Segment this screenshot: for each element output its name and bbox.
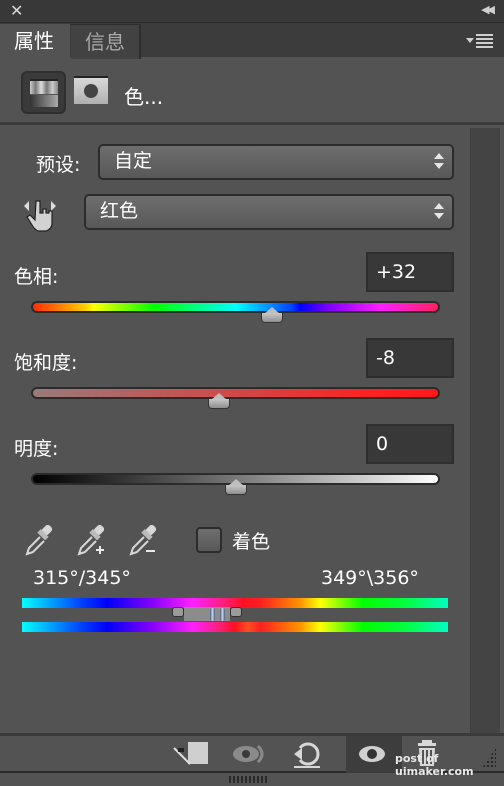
range-left-text: 315°/345° bbox=[33, 567, 131, 589]
lightness-slider-thumb[interactable] bbox=[224, 479, 247, 495]
preset-value: 自定 bbox=[114, 150, 153, 172]
on-image-adjust-hand-icon[interactable] bbox=[22, 193, 58, 233]
preset-label: 预设: bbox=[36, 154, 81, 176]
preset-select[interactable]: 自定 bbox=[98, 144, 454, 180]
saturation-slider-track[interactable] bbox=[31, 387, 440, 399]
channel-value: 红色 bbox=[100, 200, 139, 222]
eyedropper-icon[interactable] bbox=[24, 523, 58, 557]
reset-icon[interactable] bbox=[286, 736, 330, 773]
eyedropper-plus-icon[interactable] bbox=[76, 523, 110, 557]
hue-slider-track[interactable] bbox=[31, 301, 440, 313]
range-left-handle[interactable] bbox=[210, 608, 215, 621]
panel-resize-grip[interactable] bbox=[229, 776, 269, 783]
output-hue-bar bbox=[22, 622, 448, 632]
view-previous-state-icon[interactable] bbox=[228, 736, 272, 773]
tab-bar: 属性 信息 bbox=[0, 23, 504, 59]
channel-select[interactable]: 红色 bbox=[84, 194, 454, 230]
tab-properties[interactable]: 属性 bbox=[0, 24, 70, 59]
saturation-input[interactable]: -8 bbox=[366, 338, 454, 378]
select-arrows-icon bbox=[434, 153, 444, 171]
eyedropper-minus-icon[interactable] bbox=[128, 523, 162, 557]
saturation-slider-thumb[interactable] bbox=[208, 393, 231, 409]
range-right-falloff-handle[interactable] bbox=[230, 607, 242, 617]
hamburger-icon bbox=[476, 34, 493, 48]
collapse-panel-icon[interactable]: ◀◀ bbox=[481, 3, 495, 16]
hue-input[interactable]: +32 bbox=[366, 252, 454, 292]
panel-menu-icon[interactable] bbox=[466, 32, 494, 50]
colorize-checkbox[interactable] bbox=[196, 527, 222, 553]
adjustment-title: 色... bbox=[124, 85, 164, 109]
hue-saturation-icon[interactable] bbox=[21, 71, 66, 114]
colorize-label: 着色 bbox=[232, 531, 271, 553]
panel-titlebar: ✕ ◀◀ bbox=[0, 0, 504, 23]
lightness-input[interactable]: 0 bbox=[366, 424, 454, 464]
range-right-handle[interactable] bbox=[220, 608, 225, 621]
lightness-label: 明度: bbox=[14, 438, 59, 460]
range-left-falloff-handle[interactable] bbox=[172, 607, 184, 617]
select-arrows-icon bbox=[434, 203, 444, 221]
close-icon[interactable]: ✕ bbox=[10, 2, 23, 20]
visibility-eye-icon bbox=[359, 746, 385, 762]
hue-label: 色相: bbox=[14, 266, 59, 288]
dropdown-triangle-icon bbox=[466, 38, 474, 43]
range-right-text: 349°\356° bbox=[321, 567, 419, 589]
hue-slider-thumb[interactable] bbox=[260, 307, 283, 323]
visibility-toggle-button[interactable] bbox=[346, 736, 402, 773]
clip-to-layer-icon[interactable] bbox=[168, 736, 212, 773]
layer-mask-icon[interactable] bbox=[74, 76, 108, 104]
properties-header: 色... bbox=[0, 59, 504, 125]
scrollbar[interactable] bbox=[470, 128, 500, 733]
tab-info[interactable]: 信息 bbox=[71, 24, 141, 59]
color-range-slider[interactable] bbox=[172, 607, 242, 621]
saturation-label: 饱和度: bbox=[14, 352, 78, 374]
